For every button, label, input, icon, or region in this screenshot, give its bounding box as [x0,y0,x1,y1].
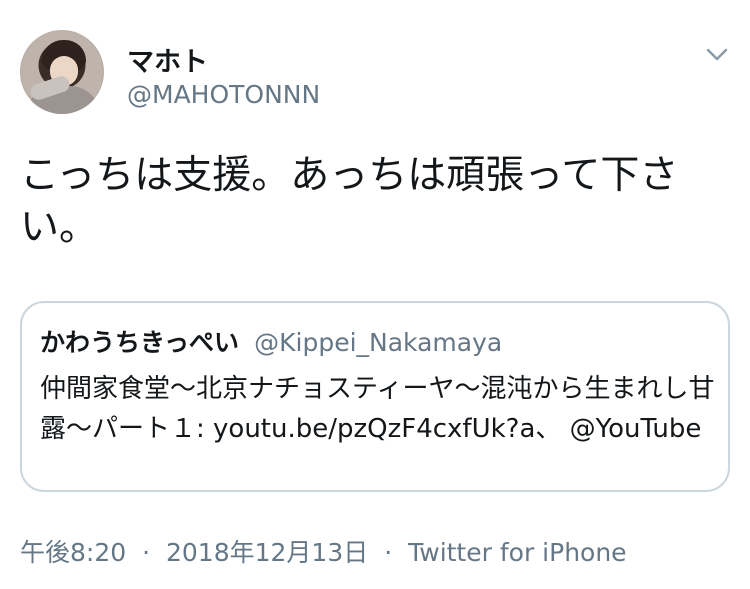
quoted-tweet-text: 仲間家食堂〜北京ナチョスティーヤ〜混沌から生まれし甘露〜パート１: youtu.… [40,374,715,444]
author-display-name[interactable]: マホト [127,40,208,79]
tweet: マホト @MAHOTONNN こっちは支援。あっちは頑張って下さい。 かわうちき… [0,0,750,589]
quoted-tweet-header: かわうちきっぺい @Kippei_Nakamaya [40,323,502,359]
quoted-author-name: かわうちきっぺい [40,328,240,357]
chevron-down-icon[interactable] [704,44,730,64]
avatar[interactable] [20,30,104,114]
tweet-source-link[interactable]: Twitter for iPhone [408,538,626,567]
tweet-metadata: 午後8:20 · 2018年12月13日 · Twitter for iPhon… [20,533,627,569]
tweet-time[interactable]: 午後8:20 [20,538,126,567]
author-handle[interactable]: @MAHOTONNN [127,80,320,109]
quoted-author-handle: @Kippei_Nakamaya [254,328,503,357]
meta-separator: · [142,538,151,567]
meta-separator: · [384,538,393,567]
quoted-tweet-card[interactable]: かわうちきっぺい @Kippei_Nakamaya 仲間家食堂〜北京ナチョスティ… [20,301,730,492]
tweet-date[interactable]: 2018年12月13日 [166,538,368,567]
tweet-text: こっちは支援。あっちは頑張って下さい。 [20,153,679,250]
